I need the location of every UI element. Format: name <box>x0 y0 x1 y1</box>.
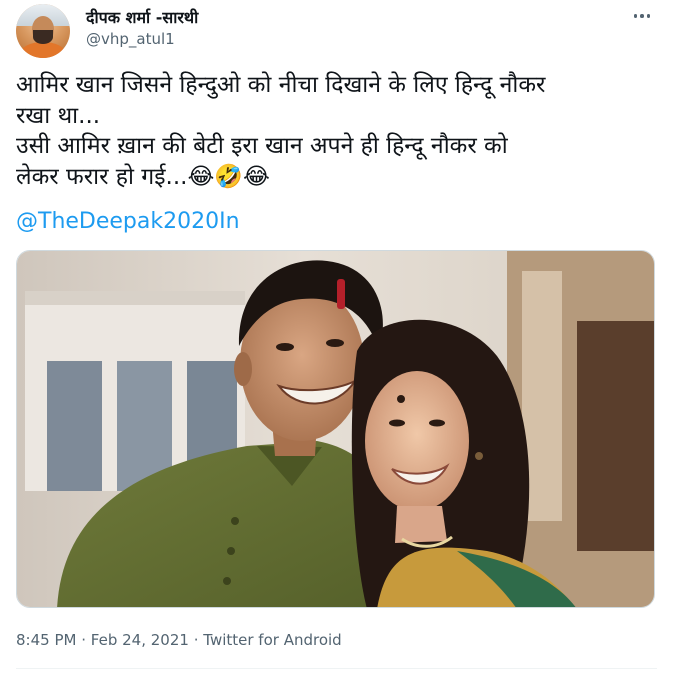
avatar-beard <box>33 30 53 44</box>
tweet-text-line: आमिर खान जिसने हिन्दुओ को नीचा दिखाने के… <box>16 72 546 98</box>
more-dot <box>646 14 651 18</box>
author-handle[interactable]: @vhp_atul1 <box>86 30 175 48</box>
tweet-photo[interactable] <box>16 250 655 608</box>
photo-illustration <box>17 251 654 607</box>
author-display-name[interactable]: दीपक शर्मा -सारथी <box>86 6 198 28</box>
tweet-text-line: रखा था... <box>16 102 101 129</box>
tweet-date[interactable]: Feb 24, 2021 <box>91 631 189 649</box>
avatar-body <box>20 42 66 58</box>
tweet-time[interactable]: 8:45 PM <box>16 631 76 649</box>
separator: · <box>193 631 199 649</box>
mention-link[interactable]: @TheDeepak2020In <box>16 209 240 234</box>
more-options-icon[interactable] <box>628 6 656 26</box>
tweet-text-line: लेकर फरार हो गई...😂🤣😂 <box>16 163 270 190</box>
divider <box>16 668 657 669</box>
tweet: दीपक शर्मा -सारथी @vhp_atul1 आमिर खान जि… <box>0 0 673 675</box>
separator: · <box>81 631 87 649</box>
tweet-text: आमिर खान जिसने हिन्दुओ को नीचा दिखाने के… <box>16 70 656 192</box>
avatar[interactable] <box>16 4 70 58</box>
tweet-text-line: उसी आमिर ख़ान की बेटी इरा खान अपने ही हि… <box>16 133 508 159</box>
more-dot <box>640 14 644 18</box>
more-dot <box>633 14 638 18</box>
tweet-source[interactable]: Twitter for Android <box>203 631 341 649</box>
tweet-timestamp: 8:45 PM · Feb 24, 2021 · Twitter for And… <box>16 631 342 649</box>
